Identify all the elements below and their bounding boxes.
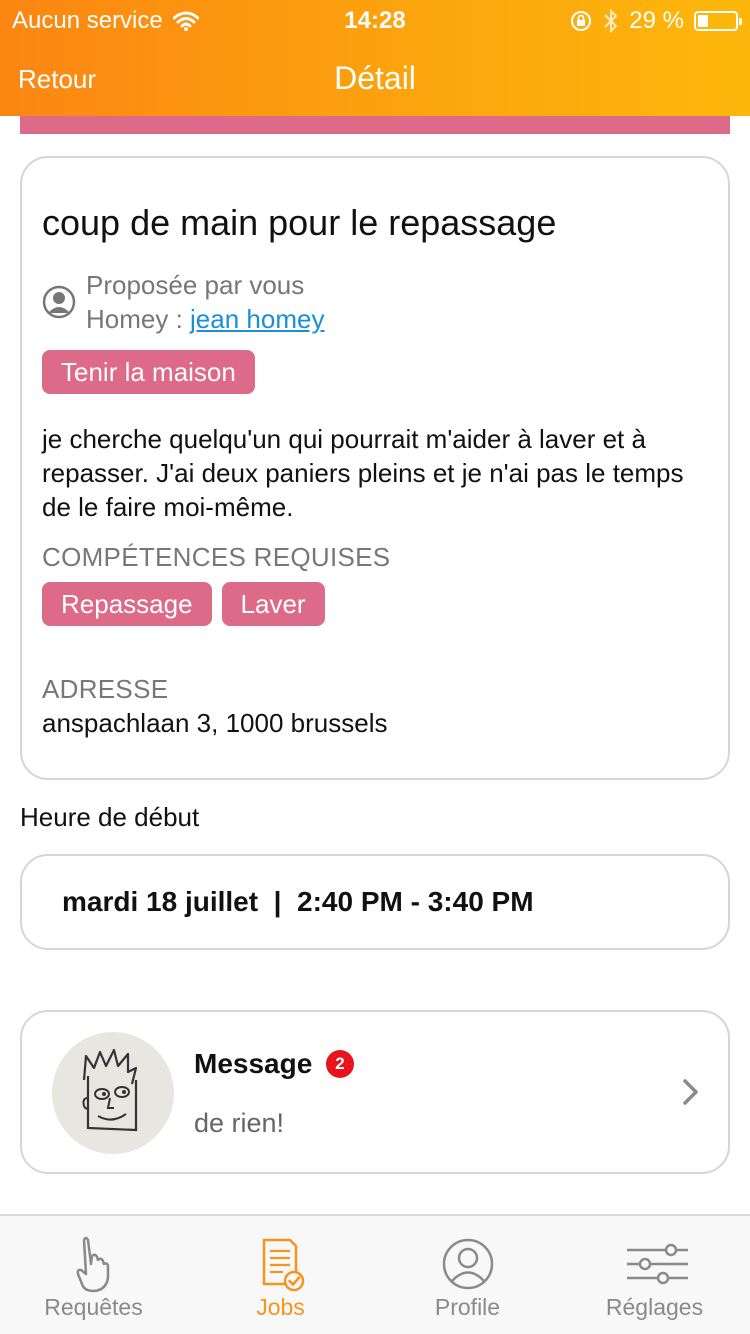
message-row[interactable]: Message 2 de rien!: [20, 1010, 730, 1174]
homey-link[interactable]: jean homey: [190, 304, 324, 334]
tab-jobs[interactable]: Jobs: [187, 1216, 374, 1334]
battery-percent: 29 %: [629, 7, 684, 34]
start-time-label: Heure de début: [20, 802, 200, 832]
user-icon: [42, 285, 76, 319]
message-preview: de rien!: [194, 1108, 285, 1138]
sliders-icon: [626, 1243, 688, 1285]
tab-reglages[interactable]: Réglages: [561, 1216, 748, 1334]
category-color-bar: [20, 116, 730, 134]
start-time-card: mardi 18 juillet | 2:40 PM - 3:40 PM: [20, 854, 730, 950]
proposer-line: Proposée par vous: [86, 270, 305, 300]
skill-tag: Laver: [221, 582, 325, 626]
proposer-info: Proposée par vous Homey : jean homey: [42, 268, 324, 336]
start-time-value: mardi 18 juillet | 2:40 PM - 3:40 PM: [62, 886, 534, 917]
status-bar: Aucun service 14:28 29 %: [0, 0, 750, 40]
tab-label: Requêtes: [44, 1294, 143, 1320]
skills-list: Repassage Laver: [42, 582, 325, 626]
status-right: 29 %: [569, 7, 742, 35]
bluetooth-icon: [604, 8, 618, 34]
message-title: Message: [194, 1048, 313, 1079]
tab-profile[interactable]: Profile: [374, 1216, 561, 1334]
page-title: Détail: [334, 60, 416, 96]
skills-label: COMPÉTENCES REQUISES: [42, 542, 391, 572]
homey-label: Homey :: [86, 304, 191, 334]
orientation-lock-icon: [571, 11, 592, 31]
tab-label: Profile: [434, 1294, 501, 1320]
tab-bar: Requêtes Jobs Profile Réglages: [0, 1214, 750, 1334]
profile-icon: [442, 1238, 493, 1290]
job-detail-card: coup de main pour le repassage Proposée …: [20, 156, 730, 780]
address-label: ADRESSE: [42, 674, 169, 704]
tab-label: Réglages: [605, 1294, 704, 1320]
job-description: je cherche quelqu'un qui pourrait m'aide…: [42, 424, 684, 522]
category-tag: Tenir la maison: [42, 350, 255, 394]
tab-label: Jobs: [256, 1294, 305, 1320]
hand-pointing-icon: [76, 1236, 109, 1293]
address-value: anspachlaan 3, 1000 brussels: [42, 708, 388, 738]
battery-icon: [694, 11, 742, 31]
app-header: Aucun service 14:28 29 % Retour Détail: [0, 0, 750, 116]
homey-line: Homey : jean homey: [86, 302, 324, 336]
job-title: coup de main pour le repassage: [42, 202, 557, 243]
chevron-right-icon: [683, 1079, 698, 1105]
battery-level: [698, 15, 708, 27]
cartoon-face-avatar: [82, 1048, 138, 1132]
tab-requetes[interactable]: Requêtes: [0, 1216, 187, 1334]
unread-badge: 2: [326, 1050, 354, 1078]
skill-tag: Repassage: [42, 582, 212, 626]
document-check-icon: [262, 1238, 304, 1292]
avatar: [52, 1032, 174, 1154]
